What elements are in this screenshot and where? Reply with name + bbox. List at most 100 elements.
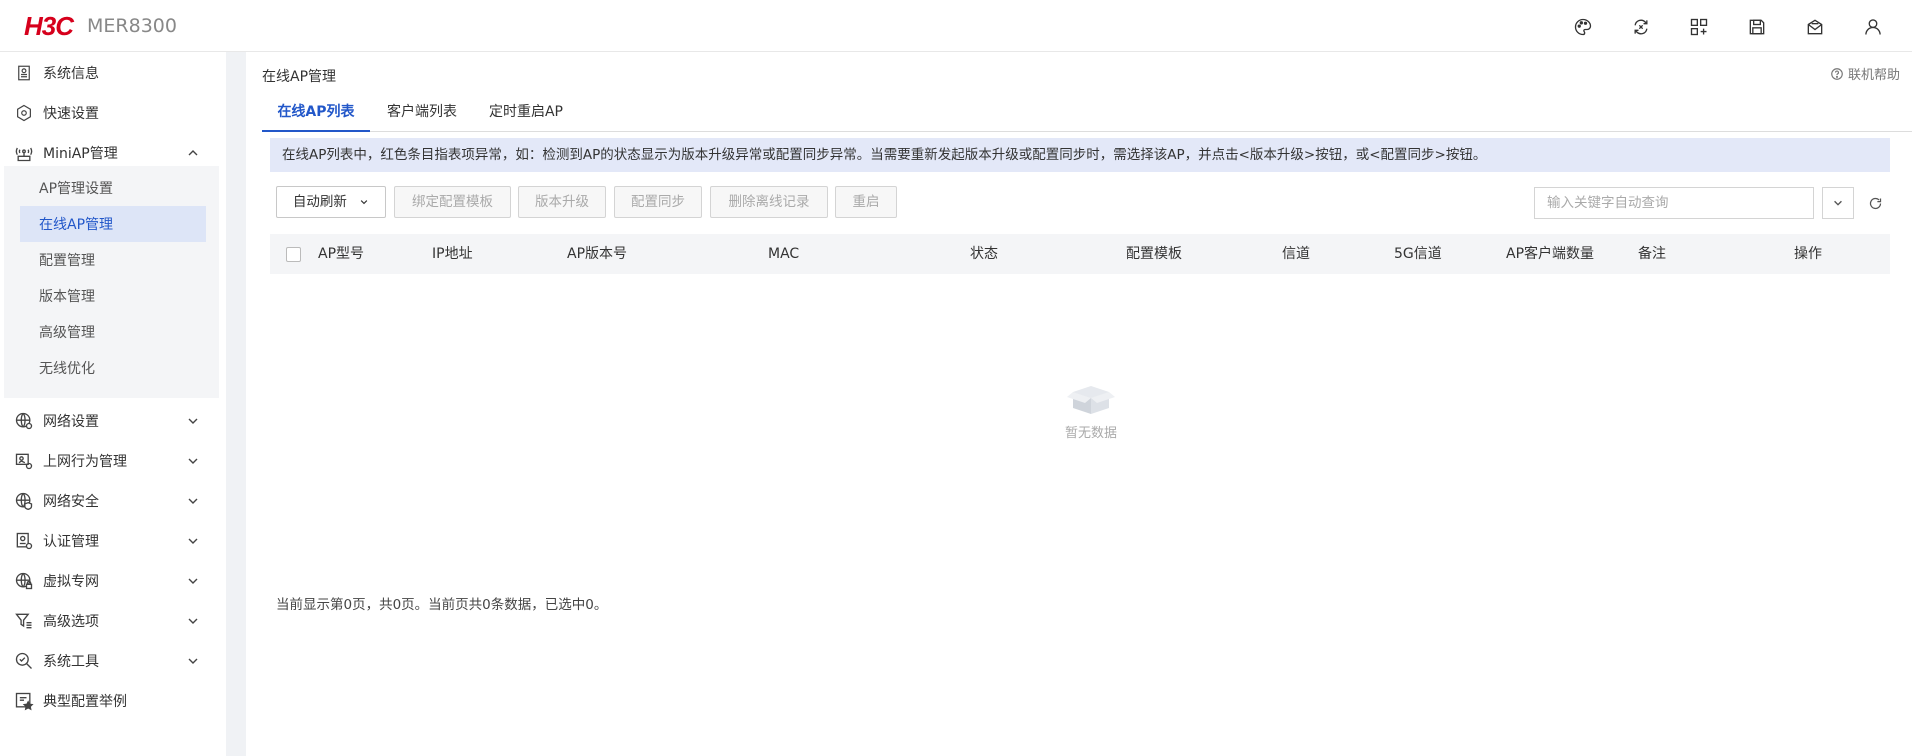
submenu-item-online-ap[interactable]: 在线AP管理	[20, 206, 206, 242]
submenu-item-advanced[interactable]: 高级管理	[20, 314, 206, 350]
select-all-checkbox[interactable]	[286, 247, 301, 262]
sidebar-item-vpn[interactable]: 虚拟专网	[0, 561, 226, 601]
tab-online-ap-list[interactable]: 在线AP列表	[262, 92, 370, 132]
mail-icon[interactable]	[1786, 13, 1844, 41]
column-header[interactable]: AP型号	[318, 234, 364, 274]
filter-icon	[14, 611, 34, 631]
sidebar-item-quick-settings[interactable]: 快速设置	[0, 93, 226, 133]
submenu-item-label: 配置管理	[39, 253, 95, 269]
submenu-item-label: AP管理设置	[39, 181, 114, 197]
sidebar-item-system-info[interactable]: 系统信息	[0, 53, 226, 93]
sidebar-item-advanced[interactable]: 高级选项	[0, 601, 226, 641]
auto-refresh-button[interactable]: 自动刷新	[276, 186, 386, 218]
help-label: 联机帮助	[1847, 68, 1900, 83]
empty-text: 暂无数据	[1064, 426, 1117, 441]
sidebar-item-label: 网络安全	[43, 494, 99, 510]
column-header[interactable]: MAC	[768, 234, 799, 274]
user-icon[interactable]	[1844, 13, 1902, 41]
column-header[interactable]: 备注	[1638, 234, 1666, 274]
column-header[interactable]: AP客户端数量	[1506, 234, 1594, 274]
column-header: 操作	[1794, 246, 1822, 262]
submenu-item-wireless-opt[interactable]: 无线优化	[20, 350, 206, 386]
search-options-button[interactable]	[1822, 187, 1854, 219]
toolbar: 自动刷新 绑定配置模板 版本升级 配置同步 删除离线记录 重启	[276, 186, 1888, 220]
chevron-down-icon	[188, 458, 198, 464]
palette-icon[interactable]	[1554, 13, 1612, 41]
settings-icon	[14, 103, 34, 123]
save-icon[interactable]	[1728, 13, 1786, 41]
column-header[interactable]: 5G信道	[1394, 234, 1442, 274]
info-icon	[14, 63, 34, 83]
globe-gear-icon	[14, 411, 34, 431]
submenu-item-label: 版本管理	[39, 289, 95, 305]
sidebar-item-network[interactable]: 网络设置	[0, 401, 226, 441]
help-link[interactable]: 联机帮助	[1830, 64, 1900, 83]
page-title: 在线AP管理	[262, 69, 337, 85]
sidebar-item-label: 网络设置	[43, 414, 99, 430]
submenu-item-label: 无线优化	[39, 361, 95, 377]
refresh-button[interactable]	[1861, 189, 1889, 217]
chevron-down-icon	[188, 618, 198, 624]
sidebar-item-examples[interactable]: 典型配置举例	[0, 681, 226, 721]
reboot-button[interactable]: 重启	[835, 186, 897, 218]
sidebar-item-security[interactable]: 网络安全	[0, 481, 226, 521]
notice-banner: 在线AP列表中，红色条目指表项异常，如：检测到AP的状态显示为版本升级异常或配置…	[270, 138, 1890, 172]
logo: H3C MER8300	[24, 10, 177, 41]
sidebar-item-label: 高级选项	[43, 614, 99, 630]
sidebar-item-label: MiniAP管理	[43, 146, 118, 162]
column-header[interactable]: 状态	[970, 234, 998, 274]
chevron-down-icon	[188, 498, 198, 504]
header-toolbar	[1554, 13, 1902, 41]
star-doc-icon	[14, 691, 34, 711]
sync-icon[interactable]	[1612, 13, 1670, 41]
config-sync-button[interactable]: 配置同步	[614, 186, 702, 218]
chevron-up-icon	[188, 150, 198, 156]
submenu-item-label: 在线AP管理	[39, 217, 114, 233]
upgrade-button[interactable]: 版本升级	[518, 186, 606, 218]
submenu-item-config[interactable]: 配置管理	[20, 242, 206, 278]
table-header: AP型号 IP地址 AP版本号 MAC 状态 配置模板 信道 5G信道 AP客户…	[270, 234, 1890, 274]
sidebar-item-label: 上网行为管理	[43, 454, 127, 470]
main-content: 在线AP管理 联机帮助 在线AP列表 客户端列表 定时重启AP 在线AP列表中，…	[246, 52, 1912, 756]
column-header[interactable]: 信道	[1282, 234, 1310, 274]
monitor-icon	[14, 451, 34, 471]
chevron-down-icon	[188, 658, 198, 664]
chevron-down-icon	[188, 578, 198, 584]
antenna-icon	[14, 143, 34, 163]
top-header: H3C MER8300	[0, 0, 1912, 52]
bind-template-button[interactable]: 绑定配置模板	[394, 186, 511, 218]
sidebar-item-tools[interactable]: 系统工具	[0, 641, 226, 681]
empty-box-icon	[1067, 386, 1115, 414]
sidebar-item-label: 系统信息	[43, 66, 99, 82]
search-input[interactable]	[1534, 187, 1814, 219]
sidebar-item-label: 认证管理	[43, 534, 99, 550]
submenu-item-label: 高级管理	[39, 325, 95, 341]
sidebar-item-auth[interactable]: 认证管理	[0, 521, 226, 561]
sidebar-item-label: 快速设置	[43, 106, 99, 122]
pagination-info: 当前显示第0页，共0页。当前页共0条数据，已选中0。	[276, 597, 608, 613]
help-icon	[1831, 67, 1843, 80]
chevron-down-icon	[188, 418, 198, 424]
brand-logo: H3C	[24, 10, 74, 41]
sidebar-item-label: 系统工具	[43, 654, 99, 670]
column-header[interactable]: AP版本号	[567, 234, 627, 274]
device-model: MER8300	[87, 15, 177, 37]
globe-lock-icon	[14, 571, 34, 591]
globe-shield-icon	[14, 491, 34, 511]
delete-offline-button[interactable]: 删除离线记录	[710, 186, 828, 218]
tab-scheduled-reboot[interactable]: 定时重启AP	[476, 92, 576, 132]
miniap-submenu: AP管理设置 在线AP管理 配置管理 版本管理 高级管理 无线优化	[4, 166, 219, 398]
chevron-down-icon	[360, 200, 368, 205]
column-header[interactable]: IP地址	[432, 234, 473, 274]
chevron-down-icon	[188, 538, 198, 544]
submenu-item-ap-settings[interactable]: AP管理设置	[20, 170, 206, 206]
sidebar-item-label: 典型配置举例	[43, 694, 127, 710]
wrench-icon	[14, 651, 34, 671]
sidebar-item-label: 虚拟专网	[43, 574, 99, 590]
sidebar-item-behavior[interactable]: 上网行为管理	[0, 441, 226, 481]
submenu-item-version[interactable]: 版本管理	[20, 278, 206, 314]
tab-client-list[interactable]: 客户端列表	[372, 92, 472, 132]
column-header[interactable]: 配置模板	[1126, 234, 1182, 274]
apps-icon[interactable]	[1670, 13, 1728, 41]
refresh-icon	[1869, 197, 1881, 209]
